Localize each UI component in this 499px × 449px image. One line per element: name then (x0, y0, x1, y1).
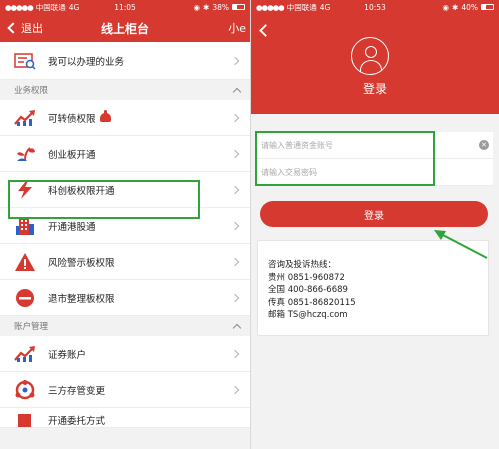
section-header-quota[interactable]: 业务权限 (0, 80, 250, 100)
list-search-icon (14, 50, 36, 72)
transfer-icon (14, 379, 36, 401)
menu-item-label: 开通港股通 (48, 221, 96, 233)
menu-item-label: 开通委托方式 (48, 416, 106, 427)
sprout-icon (14, 143, 36, 165)
left-header: ●●●●● 中国联通 4G 11:05 ◉ ✱ 38% 退出 线上柜台 小e (0, 0, 250, 42)
menu-item-label: 风险警示板权限 (48, 257, 115, 269)
right-screen: ●●●●● 中国联通 4G 10:53 ◉ ✱ 40% 登录 ✕ (251, 0, 499, 449)
hot-badge-icon (99, 110, 111, 122)
back-button[interactable]: 退出 (0, 20, 43, 36)
chevron-right-icon (230, 385, 240, 394)
menu-item-label: 退市整理板权限 (48, 293, 115, 305)
section-header-account[interactable]: 账户管理 (0, 316, 250, 336)
menu-item-business[interactable]: 我可以办理的业务 (0, 42, 250, 80)
chevron-up-icon (232, 323, 242, 332)
section-title: 业务权限 (14, 86, 49, 96)
document-icon (14, 413, 36, 427)
menu-item-growth[interactable]: 创业板开通 (0, 136, 250, 172)
alarm-icon: ◉ (193, 2, 201, 12)
highlight-box (8, 180, 200, 219)
menu-item-partial[interactable]: 开通委托方式 (0, 408, 250, 428)
assistant-button[interactable]: 小e (228, 20, 246, 36)
menu-item-convertible[interactable]: 可转债权限 (0, 100, 250, 136)
warning-icon (14, 251, 36, 273)
chevron-right-icon (230, 221, 240, 230)
carrier-label: 中国联通 (35, 2, 66, 12)
trend-up-icon (14, 107, 36, 129)
network-label: 4G (68, 2, 80, 12)
chevron-right-icon (230, 113, 240, 122)
stop-sign-icon (14, 287, 36, 309)
chevron-left-icon (7, 22, 19, 34)
trend-up-icon (14, 343, 36, 365)
signal-icon: ●●●●● (5, 2, 34, 12)
bluetooth-icon: ✱ (203, 2, 210, 12)
chevron-right-icon (230, 149, 240, 158)
section-title: 账户管理 (14, 322, 49, 332)
left-screen: ●●●●● 中国联通 4G 11:05 ◉ ✱ 38% 退出 线上柜台 小e 我… (0, 0, 250, 449)
clock: 11:05 (114, 2, 136, 12)
menu-item-label: 三方存管变更 (48, 385, 106, 397)
menu-item-label: 创业板开通 (48, 149, 96, 161)
chevron-right-icon (230, 56, 240, 65)
menu-item-label: 证券账户 (48, 349, 87, 361)
chevron-up-icon (232, 87, 242, 96)
menu-item-risk-warning[interactable]: 风险警示板权限 (0, 244, 250, 280)
menu-item-securities-account[interactable]: 证券账户 (0, 336, 250, 372)
battery-icon (232, 4, 245, 10)
menu-item-custody-change[interactable]: 三方存管变更 (0, 372, 250, 408)
back-label: 退出 (21, 22, 43, 35)
battery-percent: 38% (212, 2, 229, 12)
status-bar: ●●●●● 中国联通 4G 11:05 ◉ ✱ 38% (0, 0, 250, 14)
chevron-right-icon (230, 349, 240, 358)
menu-item-label: 可转债权限 (48, 113, 96, 125)
chevron-right-icon (230, 293, 240, 302)
chevron-right-icon (230, 257, 240, 266)
chevron-right-icon (230, 185, 240, 194)
annotation-arrow-icon (434, 230, 488, 259)
nav-bar: 退出 线上柜台 小e (0, 14, 250, 42)
menu-item-label: 我可以办理的业务 (48, 56, 125, 68)
menu-item-delisting[interactable]: 退市整理板权限 (0, 280, 250, 316)
